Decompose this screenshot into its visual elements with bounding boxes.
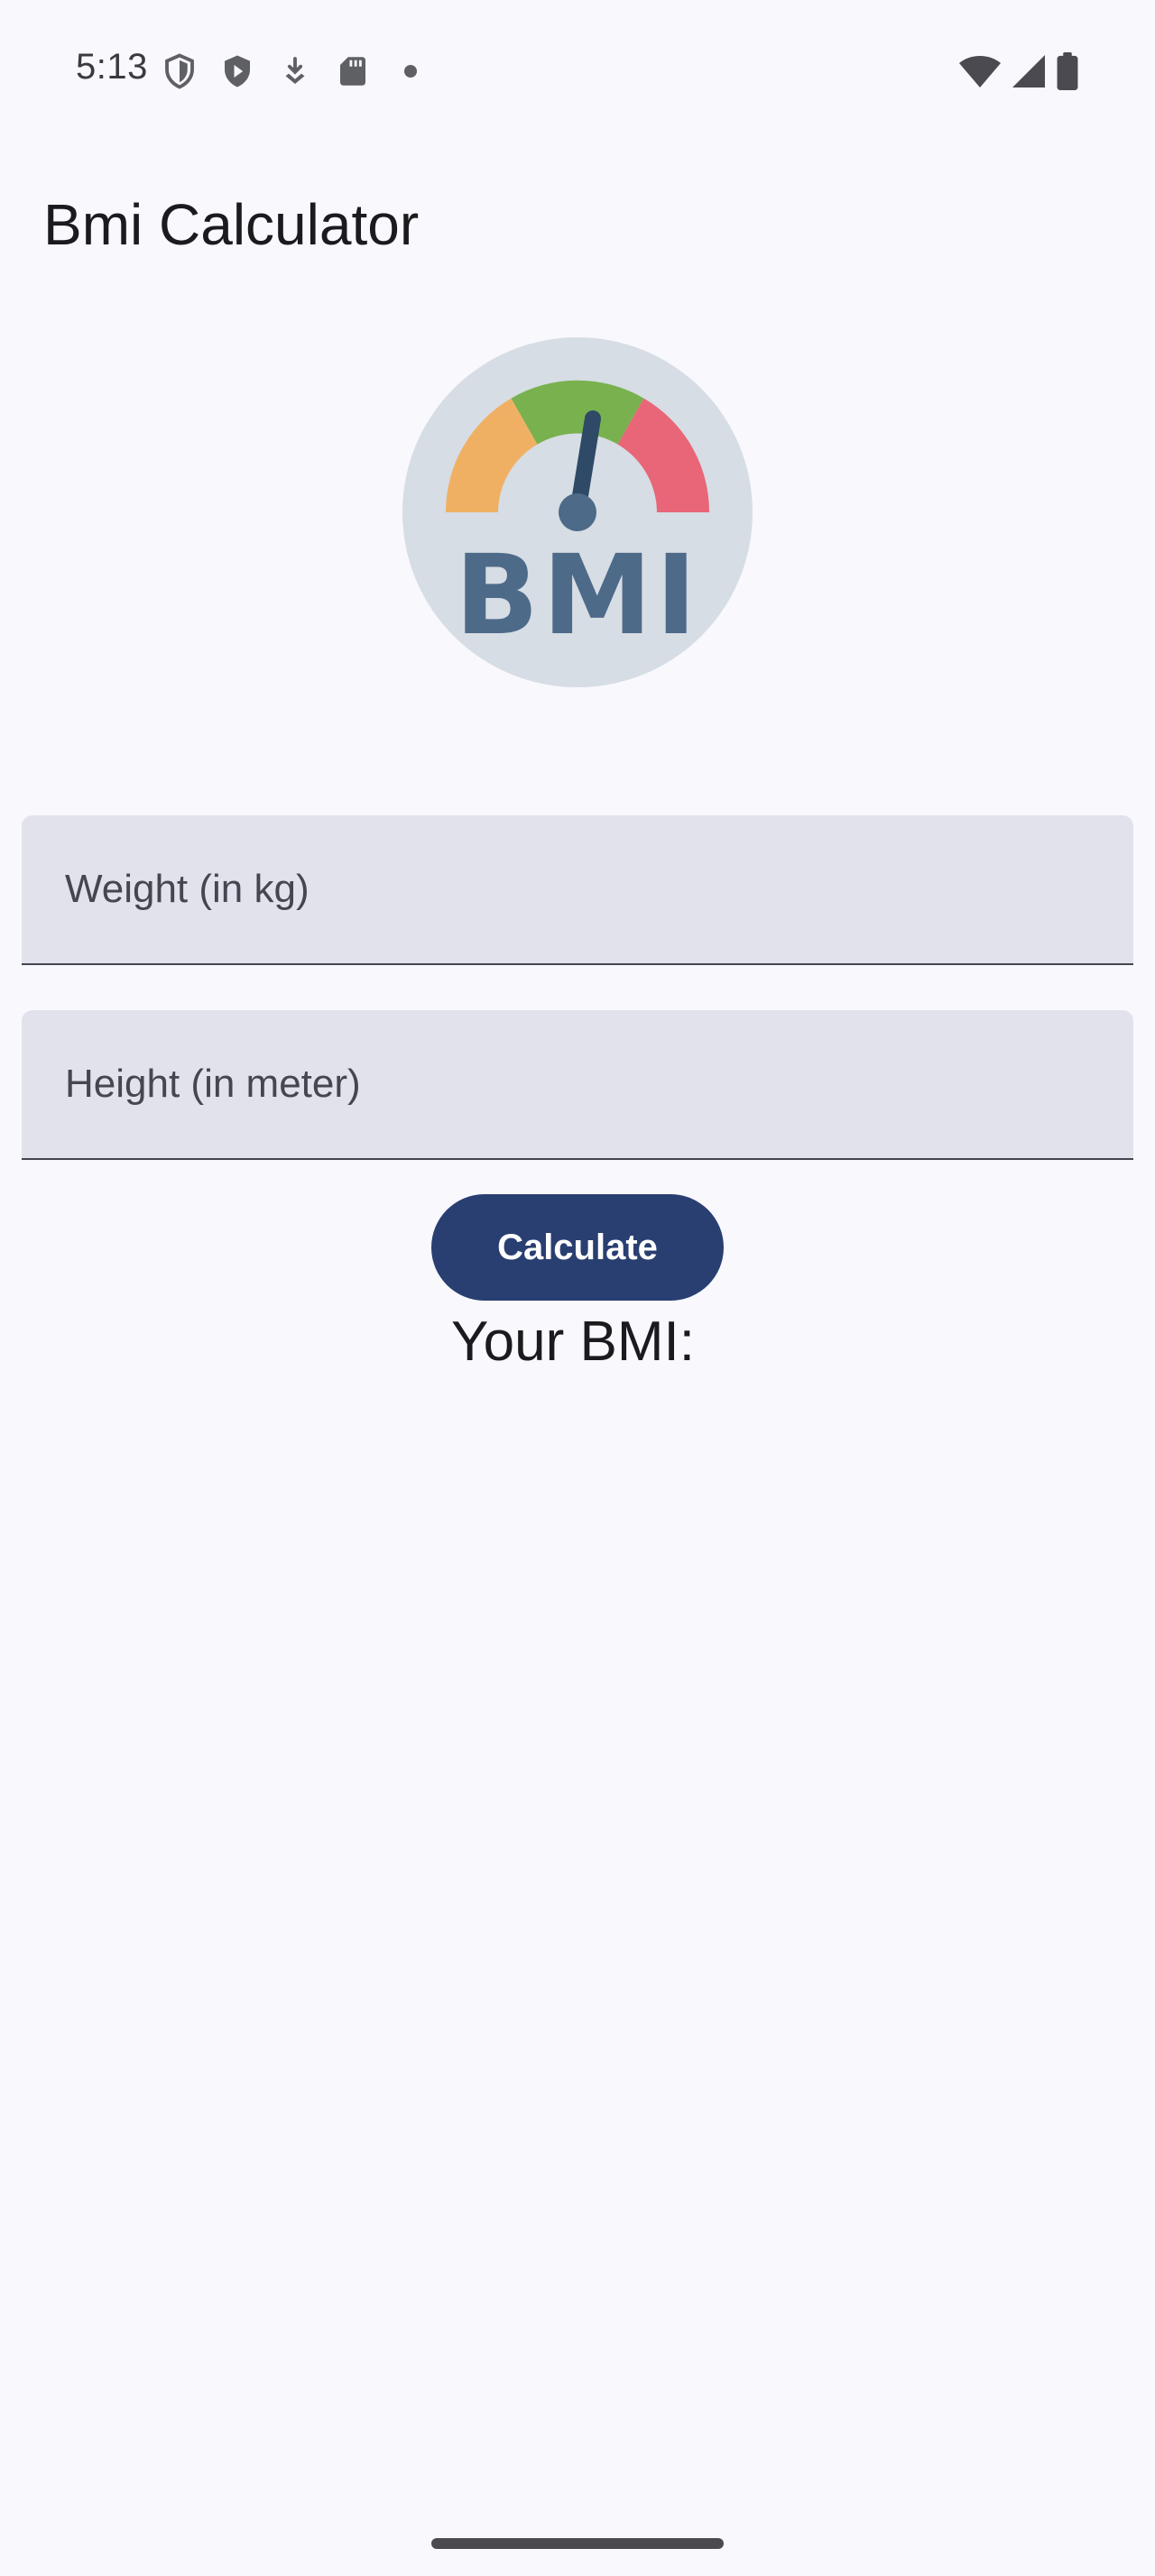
gauge-hub <box>559 493 596 531</box>
bmi-result-label: Your BMI: <box>451 1311 695 1373</box>
shield-play-icon <box>225 55 250 87</box>
sd-card-icon <box>340 57 365 86</box>
height-input[interactable] <box>22 1010 1133 1158</box>
dot-icon <box>404 65 417 78</box>
status-bar: 5:13 <box>0 0 1155 141</box>
weight-input[interactable] <box>22 815 1133 963</box>
gesture-nav-handle[interactable] <box>431 2538 724 2549</box>
height-field[interactable] <box>22 1010 1133 1160</box>
logo-text: BMI <box>455 531 700 659</box>
cell-signal-icon <box>1012 55 1045 87</box>
weight-field[interactable] <box>22 815 1133 965</box>
status-notification-icons <box>161 52 430 90</box>
wifi-icon <box>959 56 1001 87</box>
status-system-icons <box>958 52 1079 90</box>
battery-icon <box>1057 52 1078 90</box>
download-icon <box>285 57 305 84</box>
bmi-gauge-logo: BMI <box>402 337 753 687</box>
app-title: Bmi Calculator <box>43 192 420 257</box>
calculate-button[interactable]: Calculate <box>431 1194 724 1301</box>
shield-outline-icon <box>165 53 194 89</box>
status-time: 5:13 <box>76 47 148 87</box>
